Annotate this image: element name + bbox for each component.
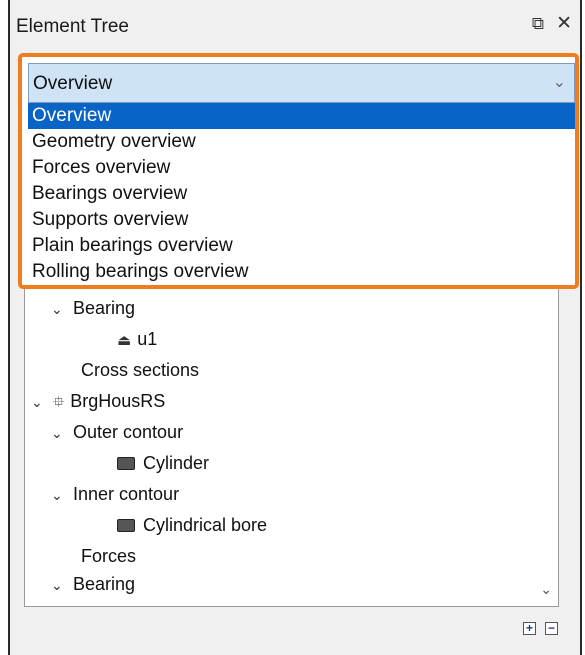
tree-node-cylindrical-bore[interactable]: Cylindrical bore	[117, 512, 267, 538]
tree-node-label: Forces	[81, 546, 137, 566]
tree-node-label: u1	[137, 329, 158, 349]
tree-node-label: Cylindrical bore	[143, 515, 268, 535]
option-plain-bearings-overview[interactable]: Plain bearings overview	[28, 233, 575, 259]
expand-all-button[interactable]: +	[523, 622, 536, 635]
dock-icon[interactable]: ⧉	[532, 14, 544, 34]
option-supports-overview[interactable]: Supports overview	[28, 207, 575, 233]
housing-icon: ⯐	[53, 394, 65, 411]
tree-node-bearing-2[interactable]: ⌄ Bearing	[51, 571, 135, 597]
tree-node-u1[interactable]: ⏏ u1	[117, 326, 157, 352]
tree-node-label: Bearing	[73, 298, 136, 318]
cylinder-icon	[117, 457, 135, 470]
element-tree-panel: Element Tree ⧉ ✕ Overview ⌄ Overview Geo…	[8, 0, 582, 655]
tree-node-label: BrgHousRS	[70, 391, 166, 411]
tree-node-label: Cross sections	[81, 360, 200, 380]
tree-node-cylinder[interactable]: Cylinder	[117, 450, 209, 476]
cylindrical-bore-icon	[117, 519, 135, 532]
tree-node-forces[interactable]: Forces	[81, 543, 136, 569]
collapse-all-button[interactable]: −	[545, 622, 558, 635]
tree-node-label: Cylinder	[143, 453, 210, 473]
tree-node-outer-contour[interactable]: ⌄ Outer contour	[51, 419, 183, 445]
tree-node-cross-sections[interactable]: Cross sections	[81, 357, 199, 383]
panel-titlebar: Element Tree ⧉ ✕	[10, 0, 580, 52]
option-bearings-overview[interactable]: Bearings overview	[28, 181, 575, 207]
chevron-down-icon[interactable]: ⌄	[51, 296, 73, 322]
tree-node-inner-contour[interactable]: ⌄ Inner contour	[51, 481, 179, 507]
chevron-down-icon[interactable]: ⌄	[51, 572, 73, 598]
view-select[interactable]: Overview ⌄	[28, 63, 575, 103]
tree-node-brghousrs[interactable]: ⌄ ⯐ BrgHousRS	[31, 388, 165, 414]
option-overview[interactable]: Overview	[28, 103, 575, 129]
tree-node-label: Inner contour	[73, 484, 180, 504]
tree-node-bearing[interactable]: ⌄ Bearing	[51, 295, 135, 321]
tree-node-label: Outer contour	[73, 422, 184, 442]
tree-node-label: Bearing	[73, 574, 136, 594]
element-tree: ⌄ Bearing ⏏ u1 Cross sections ⌄ ⯐ BrgHousRS …	[24, 289, 559, 607]
chevron-down-icon[interactable]: ⌄	[31, 389, 53, 415]
bearing-icon: ⏏	[117, 332, 132, 349]
chevron-down-icon[interactable]: ⌄	[553, 72, 566, 92]
panel-title: Element Tree	[16, 16, 129, 37]
chevron-down-icon[interactable]: ⌄	[51, 420, 73, 446]
chevron-down-icon[interactable]: ⌄	[51, 482, 73, 508]
close-icon[interactable]: ✕	[556, 12, 572, 35]
option-geometry-overview[interactable]: Geometry overview	[28, 129, 575, 155]
view-options-list: Overview Geometry overview Forces overvi…	[28, 103, 575, 285]
scroll-down-icon[interactable]: ⌄	[540, 581, 552, 598]
option-rolling-bearings-overview[interactable]: Rolling bearings overview	[28, 259, 575, 285]
view-select-value: Overview	[33, 73, 113, 94]
dropdown-highlight: Overview ⌄ Overview Geometry overview Fo…	[18, 53, 579, 289]
option-forces-overview[interactable]: Forces overview	[28, 155, 575, 181]
